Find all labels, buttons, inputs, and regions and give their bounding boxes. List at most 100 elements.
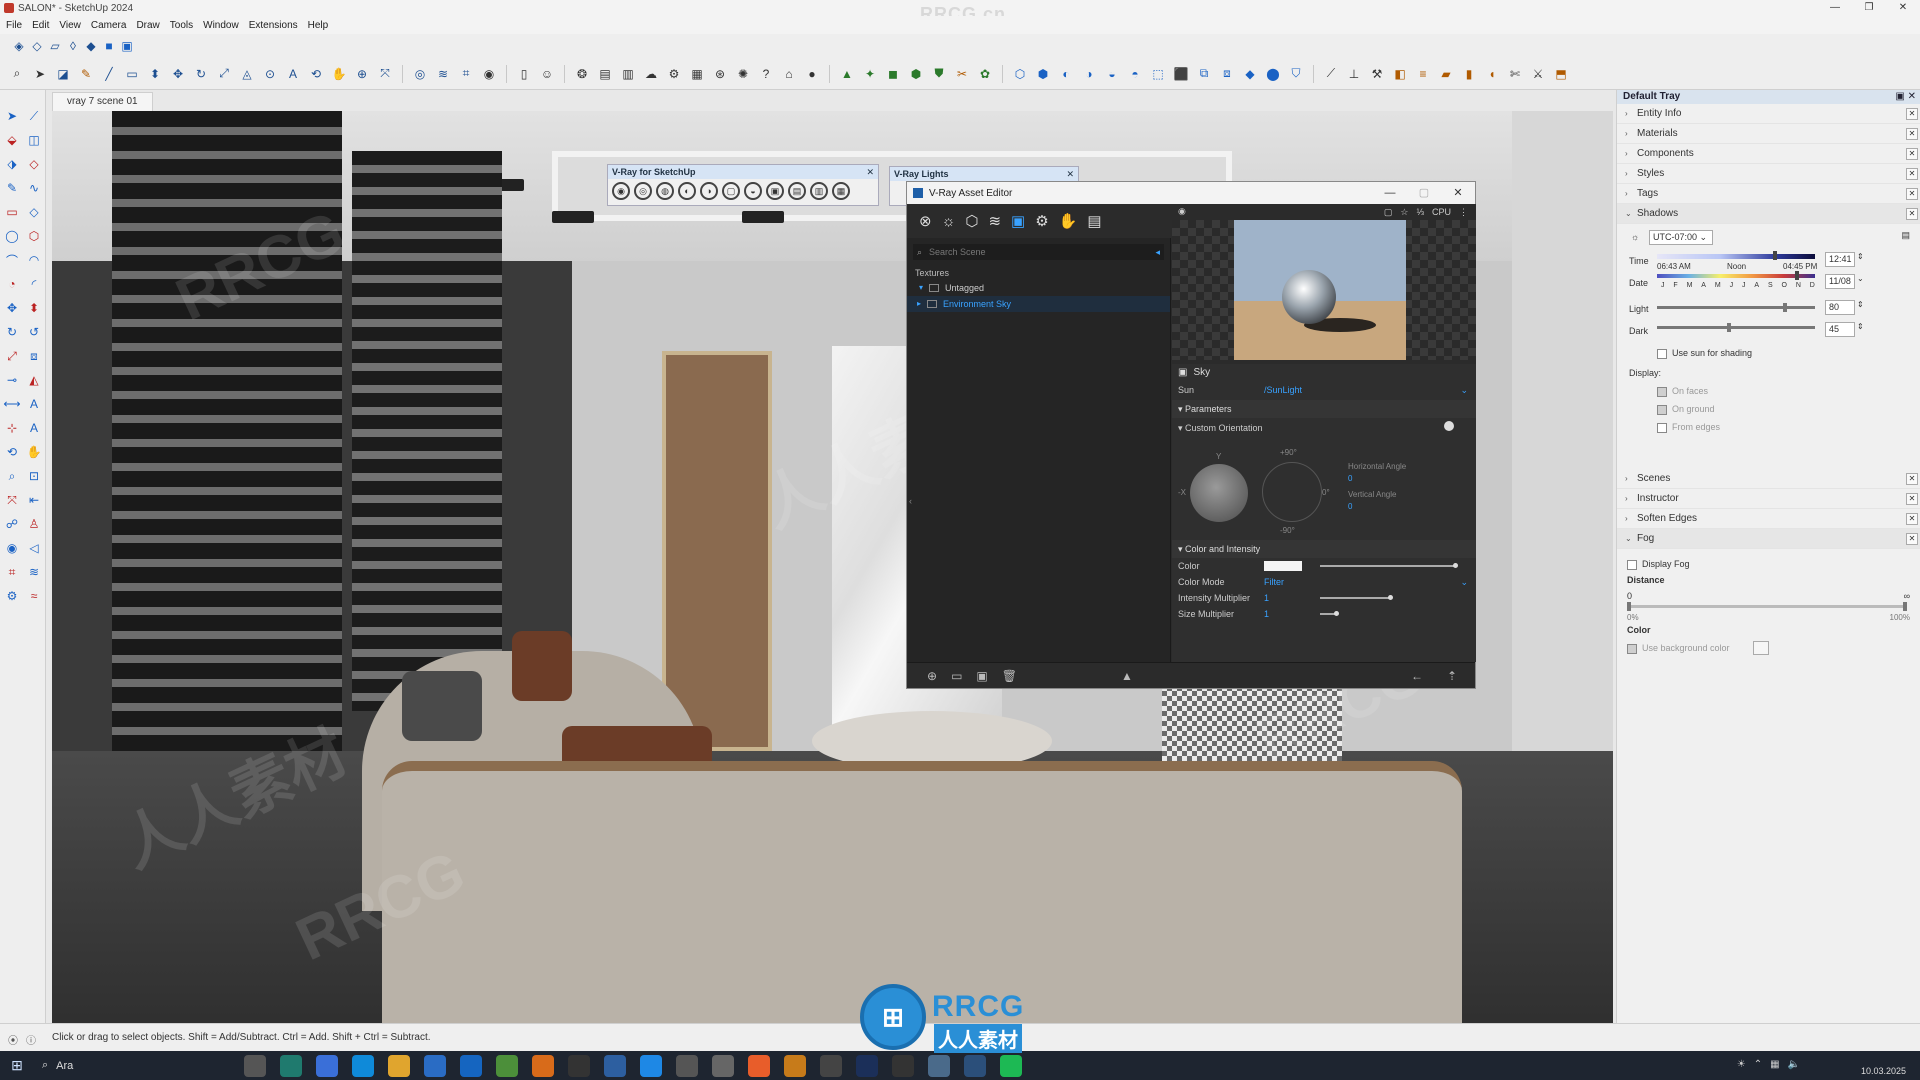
time-slider[interactable] — [1657, 251, 1815, 260]
render-interactive-icon[interactable]: ◎ — [634, 182, 652, 200]
pan-icon[interactable]: ✋ — [330, 65, 348, 83]
open-file-icon[interactable]: ▭ — [951, 669, 962, 683]
distance-thumb-max[interactable] — [1903, 602, 1907, 611]
display-fog-checkbox[interactable]: Display Fog — [1627, 559, 1690, 570]
pie-tool-icon[interactable]: ◔ — [2, 274, 22, 294]
edge-icon[interactable] — [352, 1054, 374, 1077]
spotify-icon[interactable] — [1000, 1054, 1022, 1077]
close-icon[interactable]: ✕ — [1906, 168, 1918, 180]
lights-category-icon[interactable]: ☼ — [942, 213, 956, 230]
plugin-box-icon[interactable]: ▮ — [1460, 65, 1478, 83]
light-slider-thumb[interactable] — [1783, 303, 1787, 312]
menu-view[interactable]: View — [59, 20, 81, 31]
round-icon[interactable]: ⬤ — [1264, 65, 1282, 83]
minimize-icon[interactable]: — — [1818, 0, 1852, 16]
close-icon[interactable]: ✕ — [1906, 473, 1918, 485]
size-value[interactable]: 1 — [1264, 609, 1269, 619]
lasso-tool-icon[interactable]: ⟋ — [24, 106, 44, 126]
arc3-tool-icon[interactable]: ◜ — [24, 274, 44, 294]
folder-icon[interactable] — [388, 1054, 410, 1077]
freehand-tool-icon[interactable]: ∿ — [24, 178, 44, 198]
app-icon[interactable] — [316, 1054, 338, 1077]
ext-gear-icon[interactable]: ✿ — [976, 65, 994, 83]
task-view-icon[interactable] — [244, 1054, 266, 1077]
tag-tool-icon[interactable]: ⬗ — [2, 154, 22, 174]
tree-item-untagged[interactable]: ▾ Untagged — [907, 280, 1170, 296]
taskbar-search[interactable]: ⌕ Ara — [34, 1055, 164, 1077]
lister-icon[interactable]: ▢ — [722, 182, 740, 200]
use-sun-checkbox[interactable]: Use sun for shading — [1657, 348, 1752, 359]
date-input[interactable]: 11/08 — [1825, 274, 1855, 289]
back-arrow-icon[interactable]: ← — [1411, 669, 1423, 683]
solid-intersect-icon[interactable]: ◐ — [1057, 65, 1075, 83]
sun-toggle-icon[interactable]: ☼ — [1631, 232, 1639, 242]
frame-buffer-icon[interactable]: ◑ — [700, 182, 718, 200]
eraser-tool-icon[interactable]: ◫ — [24, 130, 44, 150]
preview-scene-icon[interactable]: ⅓ — [1416, 207, 1424, 217]
frame-buffer-icon[interactable]: ▤ — [1087, 212, 1101, 230]
polygon-tool-icon[interactable]: ⬡ — [24, 226, 44, 246]
expand-caret-icon[interactable]: ▾ — [919, 280, 923, 296]
app-icon[interactable] — [820, 1054, 842, 1077]
checkbox[interactable] — [1657, 386, 1667, 397]
position-camera-icon[interactable]: ☍ — [2, 514, 22, 534]
preview-square-icon[interactable]: ▢ — [1384, 207, 1393, 218]
fog-color-swatch[interactable] — [1753, 641, 1769, 655]
geometry-category-icon[interactable]: ⬡ — [965, 212, 978, 230]
light-spinner-icon[interactable]: ⇕ — [1857, 300, 1864, 309]
3dtext-tool-icon[interactable]: A — [24, 418, 44, 438]
tag-eraser-icon[interactable]: ◇ — [24, 154, 44, 174]
minimize-icon[interactable]: — — [1373, 182, 1407, 204]
filter-icon[interactable]: ◂ — [1155, 244, 1160, 260]
chevron-down-icon[interactable]: ⌄ — [1460, 385, 1468, 396]
walk-tool-icon[interactable]: ♙ — [24, 514, 44, 534]
sweep-icon[interactable]: ⧉ — [1195, 65, 1213, 83]
shadow-details-icon[interactable]: ▤ — [1901, 230, 1910, 241]
vlc-icon[interactable] — [532, 1054, 554, 1077]
dark-input[interactable]: 45 — [1825, 322, 1855, 337]
menu-extensions[interactable]: Extensions — [249, 20, 298, 31]
distance-slider[interactable] — [1627, 602, 1907, 611]
close-icon[interactable]: ✕ — [1906, 533, 1918, 545]
paint-tool-icon[interactable]: ⬙ — [2, 130, 22, 150]
time-slider-thumb[interactable] — [1773, 251, 1777, 260]
preview-star-icon[interactable]: ☆ — [1400, 207, 1408, 218]
sun-dropdown[interactable]: /SunLight — [1264, 385, 1302, 395]
close-icon[interactable]: ✕ — [1906, 493, 1918, 505]
scale-tool-icon[interactable]: ⤢ — [2, 346, 22, 366]
shell-icon[interactable]: ⧈ — [1218, 65, 1236, 83]
horizontal-angle-value[interactable]: 0 — [1348, 474, 1352, 483]
info-icon[interactable]: ⓘ — [26, 1032, 36, 1047]
app-icon[interactable] — [892, 1054, 914, 1077]
time-input[interactable]: 12:41 — [1825, 252, 1855, 267]
dark-slider-thumb[interactable] — [1727, 323, 1731, 332]
look-around-icon[interactable]: ◉ — [2, 538, 22, 558]
lock-icon[interactable]: ▦ — [832, 182, 850, 200]
plugin-orange-icon[interactable]: ◧ — [1391, 65, 1409, 83]
menu-edit[interactable]: Edit — [32, 20, 49, 31]
checkbox[interactable] — [1657, 404, 1667, 415]
vertical-angle-dial[interactable] — [1262, 462, 1322, 522]
app-icon[interactable] — [568, 1054, 590, 1077]
checkbox[interactable] — [1627, 559, 1637, 570]
add-asset-icon[interactable]: ⊕ — [927, 669, 937, 683]
parameters-rollout[interactable]: ▾ Parameters — [1172, 400, 1476, 418]
sandbox2-tool-icon[interactable]: ≋ — [24, 562, 44, 582]
rotated-rect-icon[interactable]: ◇ — [24, 202, 44, 222]
chevron-up-icon[interactable]: ⌃ — [1754, 1059, 1762, 1070]
protractor-tool-icon[interactable]: ◭ — [24, 370, 44, 390]
circle-tool-icon[interactable]: ◯ — [2, 226, 22, 246]
pushpull-icon[interactable]: ⬍ — [146, 65, 164, 83]
pushpull-tool-icon[interactable]: ⬍ — [24, 298, 44, 318]
render-elements-category-icon[interactable]: ≋ — [988, 212, 1001, 230]
panel-fog[interactable]: ⌄ Fog ✕ — [1617, 529, 1920, 549]
vray-interactive-icon[interactable]: ▤ — [596, 65, 614, 83]
plugin-folder-icon[interactable]: ▰ — [1437, 65, 1455, 83]
menu-file[interactable]: File — [6, 20, 22, 31]
date-spinner-icon[interactable]: ⌄ — [1857, 274, 1864, 283]
offset-icon[interactable]: ◬ — [238, 65, 256, 83]
on-faces-checkbox[interactable]: On faces — [1657, 386, 1708, 397]
vray-help-icon[interactable]: ? — [757, 65, 775, 83]
checkbox[interactable] — [1657, 348, 1667, 359]
panel-scenes[interactable]: › Scenes ✕ — [1617, 469, 1920, 489]
